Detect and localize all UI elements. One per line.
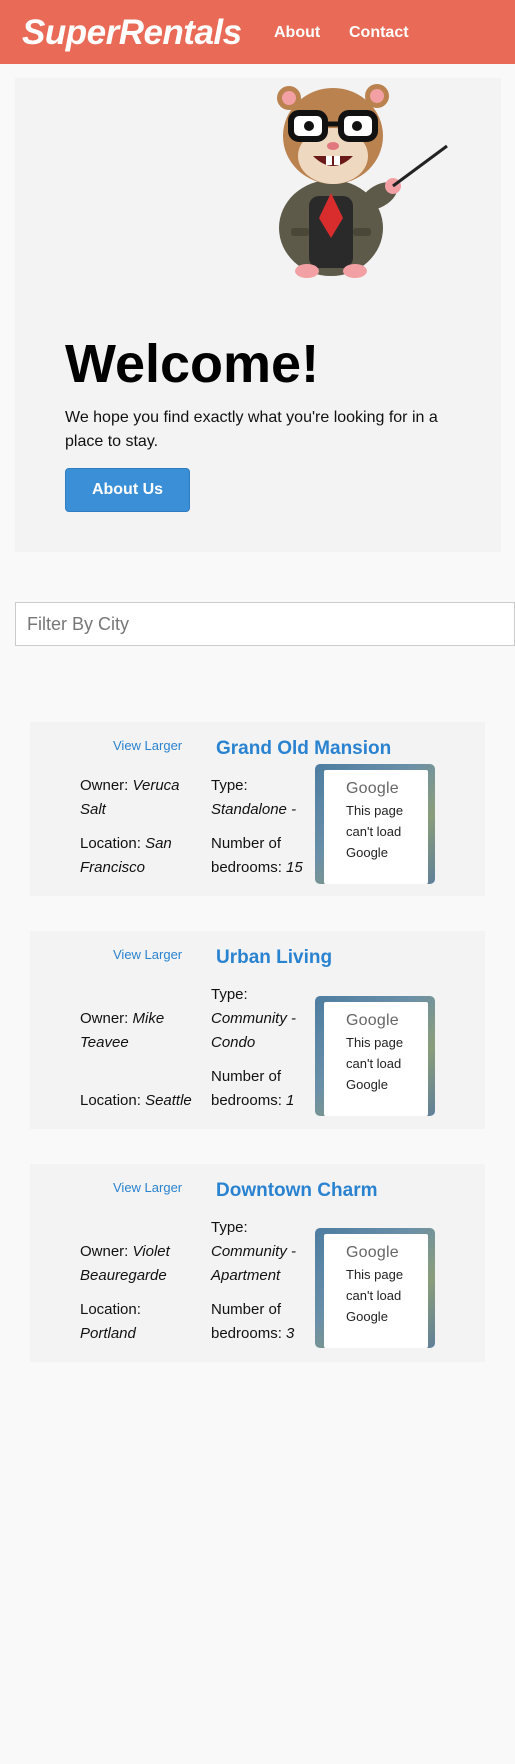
hero-lead-text: We hope you find exactly what you're loo… [65, 409, 438, 450]
map-error-card: Google This page can't load Google [324, 1002, 428, 1116]
top-nav: SuperRentals About Contact [0, 0, 515, 64]
map-error-card: Google This page can't load Google [324, 1234, 428, 1348]
listing-location: Location: Portland [80, 1301, 141, 1342]
listing-type: Type: Community - Apartment [211, 1219, 297, 1284]
listing-title[interactable]: Grand Old Mansion [216, 738, 391, 760]
listing-bedrooms: Number of bedrooms: 15 [211, 835, 303, 876]
map-embed[interactable]: Google This page can't load Google [315, 1228, 435, 1348]
map-error-message: This page can't load Google [346, 1267, 404, 1324]
nav-about-link[interactable]: About [274, 24, 320, 42]
brand-logo-link[interactable]: SuperRentals [22, 13, 242, 53]
tomster-mascot-icon [277, 84, 448, 278]
listing-title[interactable]: Urban Living [216, 947, 332, 969]
listing-owner: Owner: Mike Teavee [80, 1010, 165, 1051]
listing-type: Type: Community - Condo [211, 986, 297, 1051]
google-logo: Google [346, 1244, 399, 1261]
listing-location: Location: San Francisco [80, 835, 172, 876]
listing-location: Location: Seattle [80, 1092, 192, 1109]
listing-owner: Owner: Violet Beauregarde [80, 1243, 170, 1284]
listing-card: View Larger Downtown Charm Owner: Violet… [30, 1164, 485, 1362]
listing-owner: Owner: Veruca Salt [80, 777, 180, 818]
map-error-card: Google This page can't load Google [324, 770, 428, 884]
map-embed[interactable]: Google This page can't load Google [315, 764, 435, 884]
listing-card: View Larger Urban Living Owner: Mike Tea… [30, 931, 485, 1129]
listing-bedrooms: Number of bedrooms: 3 [211, 1301, 295, 1342]
map-error-message: This page can't load Google [346, 1035, 404, 1092]
view-larger-link[interactable]: View Larger [113, 947, 182, 962]
view-larger-link[interactable]: View Larger [113, 738, 182, 753]
listing-type: Type: Standalone - Estate [211, 777, 297, 818]
about-us-button[interactable]: About Us [65, 468, 190, 512]
hero-title: Welcome! [65, 334, 320, 394]
nav-contact-link[interactable]: Contact [349, 24, 409, 42]
listing-bedrooms: Number of bedrooms: 1 [211, 1068, 295, 1109]
map-error-message: This page can't load Google [346, 803, 404, 860]
map-embed[interactable]: Google This page can't load Google [315, 996, 435, 1116]
view-larger-link[interactable]: View Larger [113, 1180, 182, 1195]
google-logo: Google [346, 1012, 399, 1029]
filter-city-input[interactable] [15, 602, 515, 646]
google-logo: Google [346, 780, 399, 797]
hero-panel: Welcome! We hope you find exactly what y… [15, 78, 501, 552]
listing-card: View Larger Grand Old Mansion Owner: Ver… [30, 722, 485, 896]
listing-title[interactable]: Downtown Charm [216, 1180, 378, 1202]
